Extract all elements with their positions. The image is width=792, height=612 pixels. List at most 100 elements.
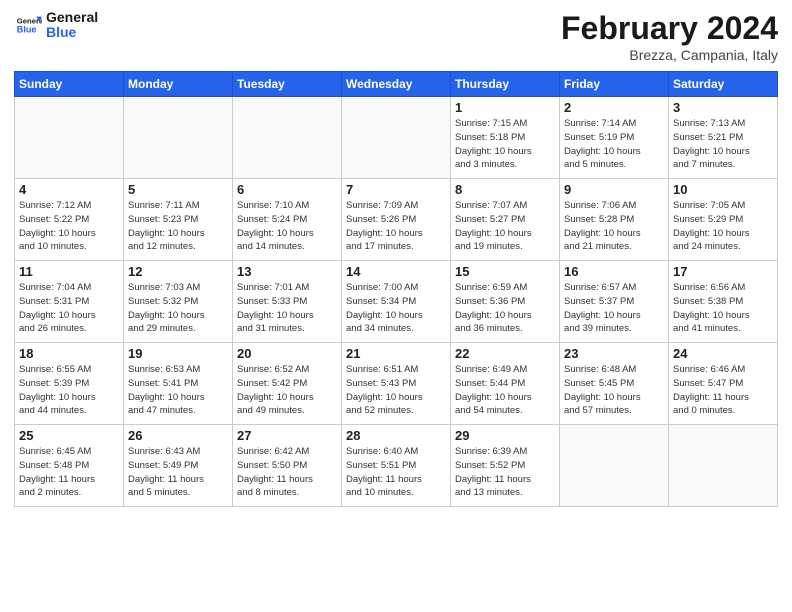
header: General Blue General Blue February 2024 … bbox=[14, 10, 778, 63]
logo-blue: Blue bbox=[46, 25, 98, 40]
day-info: Sunrise: 6:39 AM Sunset: 5:52 PM Dayligh… bbox=[455, 445, 555, 500]
location-subtitle: Brezza, Campania, Italy bbox=[561, 47, 778, 63]
day-info: Sunrise: 7:06 AM Sunset: 5:28 PM Dayligh… bbox=[564, 199, 664, 254]
calendar-cell: 1Sunrise: 7:15 AM Sunset: 5:18 PM Daylig… bbox=[451, 97, 560, 179]
calendar-cell: 27 Sunrise: 6:42 AM Sunset: 5:50 PM Dayli… bbox=[233, 425, 342, 507]
calendar-cell bbox=[233, 97, 342, 179]
day-info: Sunrise: 6:55 AM Sunset: 5:39 PM Dayligh… bbox=[19, 363, 119, 418]
day-info: Sunrise: 6:40 AM Sunset: 5:51 PM Dayligh… bbox=[346, 445, 446, 500]
calendar-cell: 17 Sunrise: 6:56 AM Sunset: 5:38 PM Dayli… bbox=[669, 261, 778, 343]
month-title: February 2024 bbox=[561, 10, 778, 47]
day-number: 7 bbox=[346, 182, 446, 197]
day-number: 23 bbox=[564, 346, 664, 361]
day-info: Sunrise: 6:53 AM Sunset: 5:41 PM Dayligh… bbox=[128, 363, 228, 418]
svg-text:Blue: Blue bbox=[17, 25, 37, 35]
day-number: 24 bbox=[673, 346, 773, 361]
calendar-cell: 21 Sunrise: 6:51 AM Sunset: 5:43 PM Dayli… bbox=[342, 343, 451, 425]
calendar-cell: 19Sunrise: 6:53 AM Sunset: 5:41 PM Dayli… bbox=[124, 343, 233, 425]
day-number: 14 bbox=[346, 264, 446, 279]
calendar-cell: 9 Sunrise: 7:06 AM Sunset: 5:28 PM Daylig… bbox=[560, 179, 669, 261]
day-number: 18 bbox=[19, 346, 119, 361]
weekday-header-wednesday: Wednesday bbox=[342, 72, 451, 97]
day-number: 11 bbox=[19, 264, 119, 279]
day-number: 20 bbox=[237, 346, 337, 361]
logo-icon: General Blue bbox=[14, 11, 42, 39]
page: General Blue General Blue February 2024 … bbox=[0, 0, 792, 517]
day-number: 2 bbox=[564, 100, 664, 115]
day-number: 21 bbox=[346, 346, 446, 361]
day-number: 3 bbox=[673, 100, 773, 115]
day-info: Sunrise: 6:46 AM Sunset: 5:47 PM Dayligh… bbox=[673, 363, 773, 418]
day-info: Sunrise: 6:43 AM Sunset: 5:49 PM Dayligh… bbox=[128, 445, 228, 500]
calendar-cell: 7 Sunrise: 7:09 AM Sunset: 5:26 PM Daylig… bbox=[342, 179, 451, 261]
calendar-cell: 5 Sunrise: 7:11 AM Sunset: 5:23 PM Daylig… bbox=[124, 179, 233, 261]
day-info: Sunrise: 6:45 AM Sunset: 5:48 PM Dayligh… bbox=[19, 445, 119, 500]
day-info: Sunrise: 7:14 AM Sunset: 5:19 PM Dayligh… bbox=[564, 117, 664, 172]
calendar-cell: 18 Sunrise: 6:55 AM Sunset: 5:39 PM Dayli… bbox=[15, 343, 124, 425]
day-number: 27 bbox=[237, 428, 337, 443]
calendar-cell: 3 Sunrise: 7:13 AM Sunset: 5:21 PM Daylig… bbox=[669, 97, 778, 179]
calendar-cell: 29 Sunrise: 6:39 AM Sunset: 5:52 PM Dayli… bbox=[451, 425, 560, 507]
calendar-cell bbox=[560, 425, 669, 507]
day-number: 12 bbox=[128, 264, 228, 279]
day-number: 16 bbox=[564, 264, 664, 279]
title-block: February 2024 Brezza, Campania, Italy bbox=[561, 10, 778, 63]
day-number: 26 bbox=[128, 428, 228, 443]
day-info: Sunrise: 7:03 AM Sunset: 5:32 PM Dayligh… bbox=[128, 281, 228, 336]
day-info: Sunrise: 7:00 AM Sunset: 5:34 PM Dayligh… bbox=[346, 281, 446, 336]
weekday-header-thursday: Thursday bbox=[451, 72, 560, 97]
calendar-cell: 8Sunrise: 7:07 AM Sunset: 5:27 PM Daylig… bbox=[451, 179, 560, 261]
day-info: Sunrise: 7:07 AM Sunset: 5:27 PM Dayligh… bbox=[455, 199, 555, 254]
weekday-header-friday: Friday bbox=[560, 72, 669, 97]
calendar-cell: 15 Sunrise: 6:59 AM Sunset: 5:36 PM Dayli… bbox=[451, 261, 560, 343]
calendar-cell: 4 Sunrise: 7:12 AM Sunset: 5:22 PM Daylig… bbox=[15, 179, 124, 261]
weekday-header-row: SundayMondayTuesdayWednesdayThursdayFrid… bbox=[15, 72, 778, 97]
calendar-cell: 6Sunrise: 7:10 AM Sunset: 5:24 PM Daylig… bbox=[233, 179, 342, 261]
day-number: 4 bbox=[19, 182, 119, 197]
calendar-week-row-4: 18 Sunrise: 6:55 AM Sunset: 5:39 PM Dayli… bbox=[15, 343, 778, 425]
day-info: Sunrise: 7:12 AM Sunset: 5:22 PM Dayligh… bbox=[19, 199, 119, 254]
calendar-cell bbox=[15, 97, 124, 179]
calendar-cell: 23 Sunrise: 6:48 AM Sunset: 5:45 PM Dayli… bbox=[560, 343, 669, 425]
day-info: Sunrise: 7:11 AM Sunset: 5:23 PM Dayligh… bbox=[128, 199, 228, 254]
day-number: 28 bbox=[346, 428, 446, 443]
weekday-header-tuesday: Tuesday bbox=[233, 72, 342, 97]
calendar-cell: 22Sunrise: 6:49 AM Sunset: 5:44 PM Dayli… bbox=[451, 343, 560, 425]
calendar-cell: 16Sunrise: 6:57 AM Sunset: 5:37 PM Dayli… bbox=[560, 261, 669, 343]
calendar-cell: 2 Sunrise: 7:14 AM Sunset: 5:19 PM Daylig… bbox=[560, 97, 669, 179]
calendar-cell: 25Sunrise: 6:45 AM Sunset: 5:48 PM Dayli… bbox=[15, 425, 124, 507]
calendar-cell: 26 Sunrise: 6:43 AM Sunset: 5:49 PM Dayli… bbox=[124, 425, 233, 507]
day-info: Sunrise: 6:49 AM Sunset: 5:44 PM Dayligh… bbox=[455, 363, 555, 418]
calendar-cell: 11 Sunrise: 7:04 AM Sunset: 5:31 PM Dayli… bbox=[15, 261, 124, 343]
calendar-cell: 20 Sunrise: 6:52 AM Sunset: 5:42 PM Dayli… bbox=[233, 343, 342, 425]
logo-general: General bbox=[46, 10, 98, 25]
day-info: Sunrise: 6:51 AM Sunset: 5:43 PM Dayligh… bbox=[346, 363, 446, 418]
calendar-cell: 14 Sunrise: 7:00 AM Sunset: 5:34 PM Dayli… bbox=[342, 261, 451, 343]
day-number: 15 bbox=[455, 264, 555, 279]
calendar-week-row-5: 25Sunrise: 6:45 AM Sunset: 5:48 PM Dayli… bbox=[15, 425, 778, 507]
day-number: 17 bbox=[673, 264, 773, 279]
calendar-cell bbox=[342, 97, 451, 179]
day-info: Sunrise: 7:04 AM Sunset: 5:31 PM Dayligh… bbox=[19, 281, 119, 336]
day-info: Sunrise: 7:13 AM Sunset: 5:21 PM Dayligh… bbox=[673, 117, 773, 172]
day-info: Sunrise: 6:59 AM Sunset: 5:36 PM Dayligh… bbox=[455, 281, 555, 336]
calendar-cell bbox=[669, 425, 778, 507]
calendar-cell: 28 Sunrise: 6:40 AM Sunset: 5:51 PM Dayli… bbox=[342, 425, 451, 507]
weekday-header-monday: Monday bbox=[124, 72, 233, 97]
day-number: 1 bbox=[455, 100, 555, 115]
day-info: Sunrise: 7:09 AM Sunset: 5:26 PM Dayligh… bbox=[346, 199, 446, 254]
day-number: 10 bbox=[673, 182, 773, 197]
calendar-cell: 12 Sunrise: 7:03 AM Sunset: 5:32 PM Dayli… bbox=[124, 261, 233, 343]
day-number: 9 bbox=[564, 182, 664, 197]
logo: General Blue General Blue bbox=[14, 10, 98, 41]
day-number: 5 bbox=[128, 182, 228, 197]
day-info: Sunrise: 6:48 AM Sunset: 5:45 PM Dayligh… bbox=[564, 363, 664, 418]
weekday-header-saturday: Saturday bbox=[669, 72, 778, 97]
calendar-week-row-2: 4 Sunrise: 7:12 AM Sunset: 5:22 PM Daylig… bbox=[15, 179, 778, 261]
day-info: Sunrise: 6:42 AM Sunset: 5:50 PM Dayligh… bbox=[237, 445, 337, 500]
day-info: Sunrise: 6:56 AM Sunset: 5:38 PM Dayligh… bbox=[673, 281, 773, 336]
day-info: Sunrise: 6:52 AM Sunset: 5:42 PM Dayligh… bbox=[237, 363, 337, 418]
day-info: Sunrise: 7:10 AM Sunset: 5:24 PM Dayligh… bbox=[237, 199, 337, 254]
day-number: 13 bbox=[237, 264, 337, 279]
day-number: 29 bbox=[455, 428, 555, 443]
